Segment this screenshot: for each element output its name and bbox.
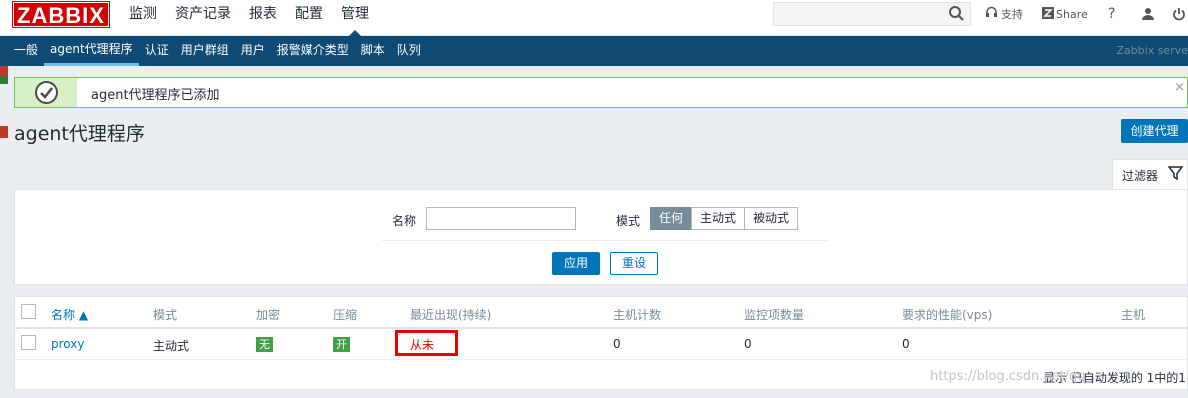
col-header-hosts: 主机 (1121, 308, 1146, 322)
close-icon[interactable]: × (1174, 80, 1185, 95)
item-count-value: 0 (744, 337, 752, 351)
success-message: agent代理程序已添加 × (14, 77, 1188, 108)
encryption-badge: 无 (256, 337, 273, 352)
success-message-text: agent代理程序已添加 (91, 88, 220, 103)
subnav-general[interactable]: 一般 (8, 36, 44, 66)
col-header-compression: 压缩 (333, 308, 358, 322)
col-header-item-count: 监控项数量 (744, 308, 805, 322)
vps-value: 0 (902, 337, 910, 351)
page-title: agent代理程序 (14, 123, 145, 145)
main-nav-monitoring[interactable]: 监测 (120, 0, 166, 36)
subnav-users[interactable]: 用户 (235, 36, 271, 66)
subnav-authentication[interactable]: 认证 (139, 36, 175, 66)
mode-active-option[interactable]: 主动式 (691, 207, 746, 230)
proxy-mode: 主动式 (153, 339, 190, 353)
search-input[interactable] (773, 2, 971, 26)
watermark-text: https://blog.csdn.net/qq_... (930, 369, 1105, 384)
row-divider (15, 359, 1188, 360)
subnav-proxies[interactable]: agent代理程序 (44, 36, 139, 66)
filter-mode-label: 模式 (616, 214, 641, 228)
col-header-mode: 模式 (153, 308, 178, 322)
support-label: 支持 (1001, 8, 1023, 21)
help-button[interactable]: ? (1108, 0, 1115, 28)
row-checkbox[interactable] (21, 335, 36, 350)
zabbix-logo[interactable]: ZABBIX (12, 1, 110, 28)
support-link[interactable]: 支持 (985, 0, 1023, 28)
filter-name-label: 名称 (392, 214, 417, 228)
filter-icon (1167, 166, 1184, 184)
share-label: Share (1056, 7, 1088, 21)
sign-out-icon[interactable] (1172, 0, 1186, 28)
filter-tab-label: 过滤器 (1122, 169, 1159, 183)
main-nav-administration[interactable]: 管理 (332, 0, 378, 37)
mode-passive-option[interactable]: 被动式 (744, 207, 799, 230)
select-all-checkbox[interactable] (21, 304, 36, 319)
headset-icon (985, 6, 998, 22)
server-name: Zabbix serve (1116, 44, 1188, 57)
share-z-icon (1042, 6, 1054, 22)
sub-nav-bar: 一般 agent代理程序 认证 用户群组 用户 报警媒介类型 脚本 队列 Zab… (0, 36, 1188, 66)
user-profile-icon[interactable] (1141, 0, 1155, 28)
share-link[interactable]: Share (1042, 0, 1088, 28)
sub-nav: 一般 agent代理程序 认证 用户群组 用户 报警媒介类型 脚本 队列 (8, 36, 427, 66)
main-nav-configuration[interactable]: 配置 (286, 0, 332, 36)
col-header-name[interactable]: 名称 ▲ (51, 306, 88, 323)
compression-badge: 开 (333, 337, 350, 352)
main-nav: 监测 资产记录 报表 配置 管理 (120, 0, 378, 37)
search-icon[interactable] (946, 4, 968, 24)
subnav-queue[interactable]: 队列 (391, 36, 427, 66)
last-seen-value: 从未 (410, 338, 435, 352)
col-header-last-seen: 最近出现(持续) (410, 308, 492, 322)
check-circle-icon (35, 81, 58, 104)
top-bar: ZABBIX 监测 资产记录 报表 配置 管理 支持 Share ? (0, 0, 1188, 37)
create-proxy-button[interactable]: 创建代理 (1121, 119, 1188, 143)
apply-button[interactable]: 应用 (552, 252, 600, 275)
host-count-value: 0 (613, 337, 621, 351)
filter-name-input[interactable] (426, 207, 576, 230)
col-header-encryption: 加密 (256, 308, 281, 322)
subnav-user-groups[interactable]: 用户群组 (175, 36, 235, 66)
filter-tab[interactable]: 过滤器 (1112, 159, 1188, 190)
main-nav-inventory[interactable]: 资产记录 (166, 0, 240, 36)
filter-panel: 名称 模式 任何 主动式 被动式 应用 重设 (14, 189, 1188, 285)
col-header-vps: 要求的性能(vps) (902, 308, 993, 322)
proxy-name-link[interactable]: proxy (51, 337, 84, 351)
filter-mode-selector: 任何 主动式 被动式 (650, 207, 799, 230)
mode-any-option[interactable]: 任何 (650, 207, 693, 230)
header-divider (15, 327, 1188, 329)
reset-button[interactable]: 重设 (610, 252, 658, 275)
subnav-media-types[interactable]: 报警媒介类型 (271, 36, 355, 66)
subnav-scripts[interactable]: 脚本 (355, 36, 391, 66)
left-edge-strip (0, 66, 8, 166)
filter-divider (382, 240, 828, 241)
col-header-host-count: 主机计数 (613, 308, 662, 322)
main-nav-reports[interactable]: 报表 (240, 0, 286, 36)
last-seen-highlight: 从未 (395, 330, 458, 356)
